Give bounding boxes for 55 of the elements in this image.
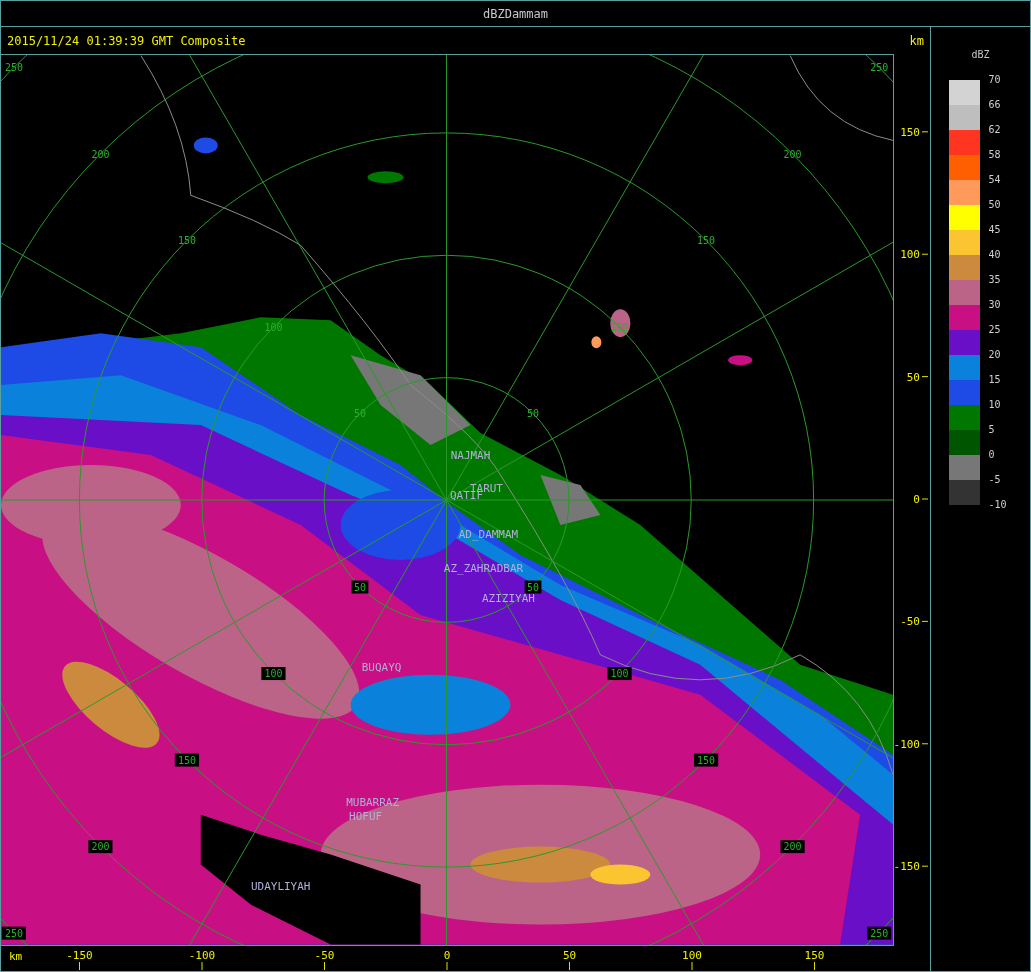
legend-value: 58 — [988, 148, 1002, 162]
legend-value: 15 — [988, 373, 1002, 387]
x-tick-label: 100 — [682, 949, 702, 962]
x-axis-unit: km — [9, 950, 23, 963]
place-label: UDAYLIYAH — [251, 879, 311, 893]
ring-label: 250 — [870, 62, 889, 74]
window-title: dBZDammam — [483, 6, 548, 21]
x-tick-label: -50 — [314, 949, 335, 962]
legend-value: 20 — [988, 348, 1002, 362]
ring-label: 100 — [264, 321, 283, 333]
y-tick-label: 0 — [913, 493, 920, 506]
y-tick-label: 100 — [900, 248, 920, 262]
ring-label: 100 — [610, 321, 629, 333]
ring-label: 50 — [527, 408, 540, 420]
y-axis-unit: km — [909, 33, 924, 48]
ring-label: 100 — [261, 667, 286, 681]
legend-value: 40 — [988, 248, 1002, 262]
legend-value: 35 — [988, 273, 1002, 287]
ring-label: 150 — [697, 235, 716, 247]
x-tick-label: 50 — [562, 949, 577, 962]
legend-value: 30 — [988, 298, 1002, 312]
y-tick-label: -100 — [894, 737, 920, 751]
place-label: BUQAYQ — [361, 660, 402, 674]
timestamp-label: 2015/11/24 01:39:39 GMT Composite — [7, 33, 246, 48]
ring-label: 200 — [88, 840, 113, 854]
legend-value: -10 — [988, 498, 1008, 512]
legend-value: 54 — [988, 173, 1002, 187]
x-tick-label: -150 — [66, 949, 93, 962]
place-label: MUBARRAZ — [346, 795, 399, 809]
legend-value: -5 — [988, 473, 1002, 487]
ring-label: 200 — [780, 840, 805, 854]
ring-label: 250 — [4, 62, 23, 74]
place-label: NAJMAH — [450, 449, 491, 463]
legend-value: 70 — [988, 73, 1002, 87]
y-tick-label: 150 — [900, 125, 920, 139]
legend-value: 25 — [988, 323, 1002, 337]
x-tick-label: 150 — [804, 949, 825, 962]
x-tick-label: -100 — [188, 949, 216, 962]
y-tick-label: -50 — [900, 615, 920, 629]
ring-label: 200 — [783, 148, 802, 160]
legend-value: 50 — [988, 198, 1002, 212]
ring-label: 150 — [177, 235, 196, 247]
legend-value: 10 — [988, 398, 1002, 412]
legend-title: dBZ — [971, 49, 990, 60]
ring-label: 100 — [607, 667, 632, 681]
y-tick-label: 50 — [906, 370, 920, 384]
ring-label: 200 — [91, 148, 110, 160]
legend-value: 5 — [988, 423, 996, 437]
x-tick-label: 0 — [443, 949, 451, 962]
legend-value: 45 — [988, 223, 1002, 237]
y-tick-label: -150 — [894, 860, 920, 874]
legend-value: 66 — [988, 98, 1002, 112]
legend-value: 62 — [988, 123, 1002, 137]
ring-label: 50 — [354, 408, 366, 420]
legend-value: 0 — [988, 448, 996, 462]
